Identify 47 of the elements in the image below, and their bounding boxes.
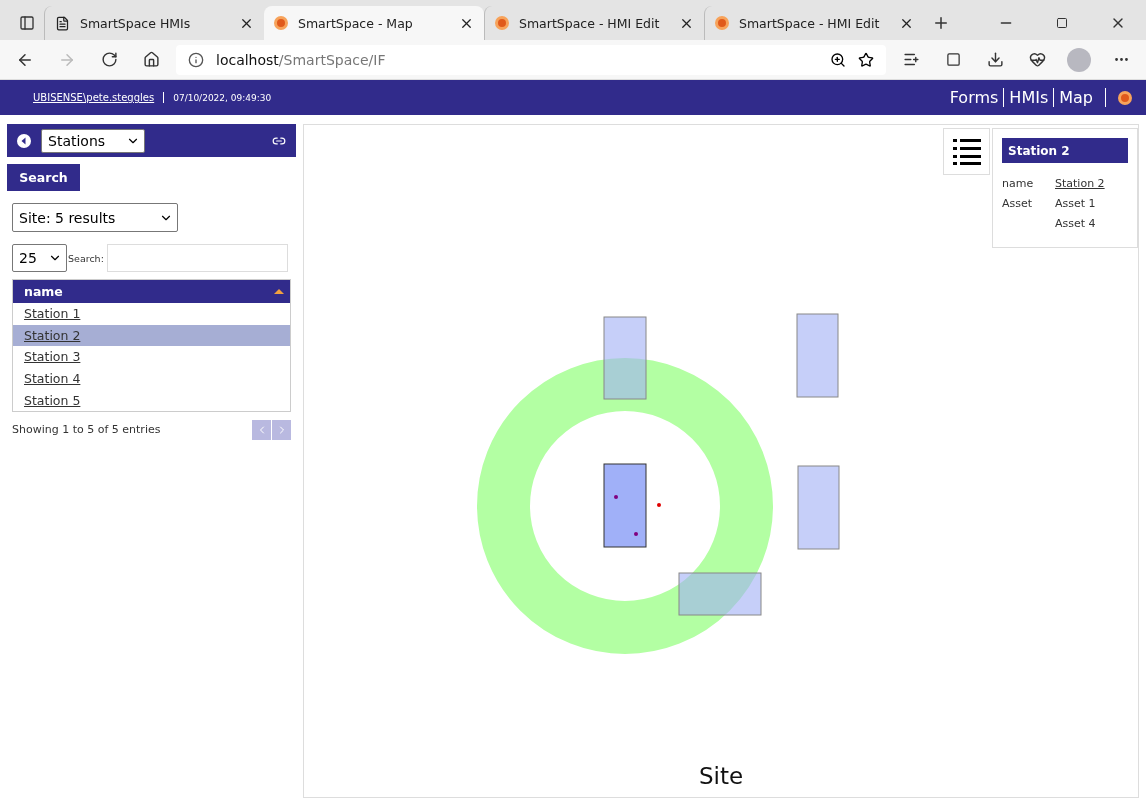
map-label: Site <box>698 763 744 789</box>
table-row[interactable]: Station 2 <box>13 324 290 347</box>
app-logo-icon <box>1118 90 1132 105</box>
station-link[interactable]: Station 4 <box>24 371 81 387</box>
nav-link[interactable]: Forms <box>944 88 1005 107</box>
sort-icon <box>274 289 284 294</box>
timestamp: 07/10/2022, 09:49:30 <box>172 92 272 103</box>
favorite-icon[interactable] <box>858 51 874 68</box>
app-logo-icon <box>715 16 729 30</box>
property-value: Asset 4 <box>1055 217 1096 230</box>
search-button[interactable]: Search <box>7 164 80 191</box>
tab-title: SmartSpace - Map <box>298 15 414 31</box>
page-size-select[interactable]: 25 <box>12 244 67 272</box>
nav-link[interactable]: HMIs <box>1004 88 1055 107</box>
list-button[interactable] <box>943 128 990 175</box>
asset-dot <box>634 532 638 536</box>
collapse-icon[interactable] <box>17 133 31 148</box>
address-field[interactable]: localhost/SmartSpace/IF <box>176 44 886 75</box>
info-icon <box>188 51 204 68</box>
results-select[interactable]: Site: 5 results <box>12 203 178 232</box>
tab-title: SmartSpace HMIs <box>80 15 192 31</box>
list-icon <box>952 138 981 165</box>
user-link[interactable]: UBISENSE\pete.steggles <box>33 92 165 103</box>
tab-title: SmartSpace - HMI Edit <box>739 15 881 31</box>
browser-tab[interactable]: SmartSpace - Map <box>264 6 484 40</box>
info-title: Station 2 <box>1002 138 1128 163</box>
tab-title: SmartSpace - HMI Edit <box>519 15 661 31</box>
zoom-icon[interactable] <box>830 51 846 68</box>
column-header[interactable]: name <box>13 280 290 303</box>
app-logo-icon <box>274 16 288 30</box>
property-name: Asset <box>1002 197 1034 212</box>
station-link[interactable]: Station 3 <box>24 349 81 365</box>
search-label: Search: <box>68 252 104 264</box>
page-icon <box>55 15 70 31</box>
entries-info: Showing 1 to 5 of 5 entries <box>12 423 161 437</box>
type-select[interactable]: Stations <box>41 128 145 153</box>
app-logo-icon <box>495 16 509 30</box>
tag-dot <box>657 503 661 507</box>
property-name: name <box>1002 177 1035 190</box>
station-link[interactable]: Station 1 <box>24 306 81 322</box>
search-field[interactable] <box>106 244 288 272</box>
property-link[interactable]: Station 2 <box>1055 177 1105 190</box>
property-value: Asset 1 <box>1055 197 1096 210</box>
asset-dot <box>614 495 618 499</box>
station-link[interactable]: Station 5 <box>24 392 81 408</box>
nav-link[interactable]: Map <box>1054 88 1106 107</box>
station-link[interactable]: Station 2 <box>24 327 81 343</box>
